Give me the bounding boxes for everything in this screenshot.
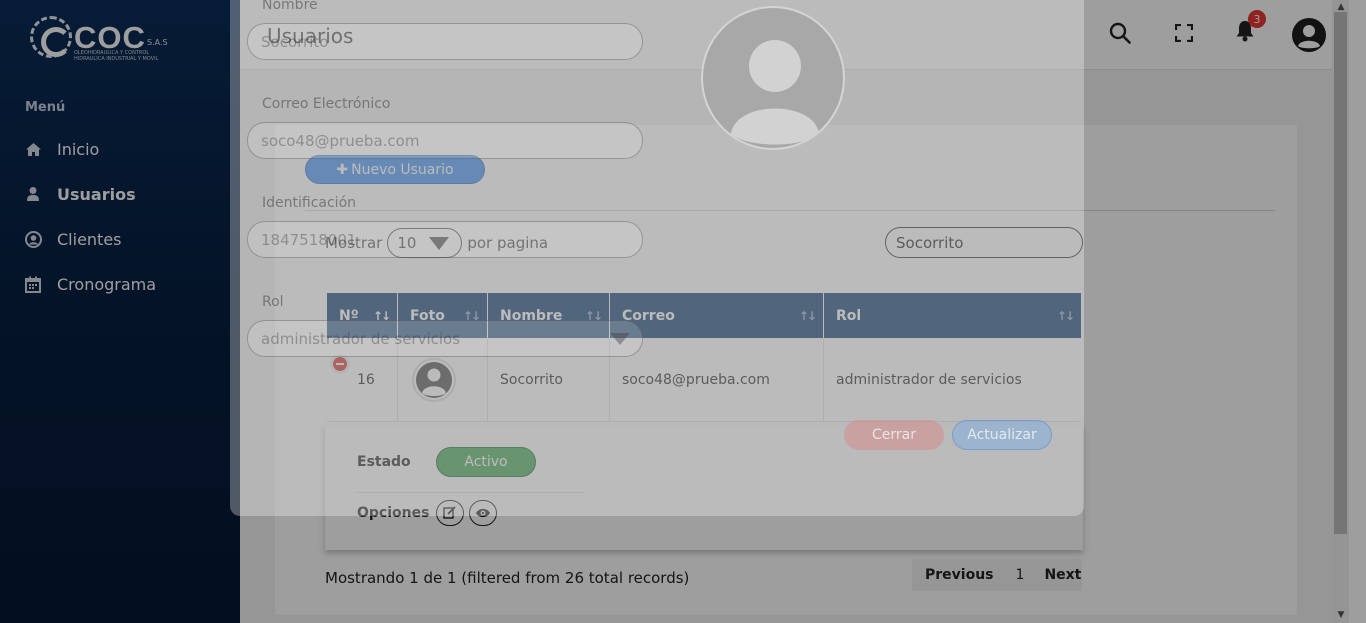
nombre-label: Nombre	[262, 0, 318, 13]
rol-value: administrador de servicios	[261, 329, 461, 348]
email-field[interactable]: soco48@prueba.com	[247, 122, 643, 159]
nombre-field[interactable]: Socorrito	[247, 23, 643, 60]
rol-label: Rol	[262, 294, 284, 310]
identificacion-field[interactable]: 1847518001	[247, 221, 643, 258]
edit-user-modal: Nombre Socorrito Correo Electrónico soco…	[230, 0, 1084, 516]
identificacion-label: Identificación	[262, 195, 357, 211]
update-button[interactable]: Actualizar	[952, 420, 1052, 450]
user-photo-placeholder[interactable]	[701, 6, 845, 150]
correo-label: Correo Electrónico	[262, 96, 391, 112]
dropdown-arrow-icon	[610, 332, 630, 345]
close-button[interactable]: Cerrar	[844, 420, 944, 450]
rol-select[interactable]: administrador de servicios	[247, 320, 643, 357]
